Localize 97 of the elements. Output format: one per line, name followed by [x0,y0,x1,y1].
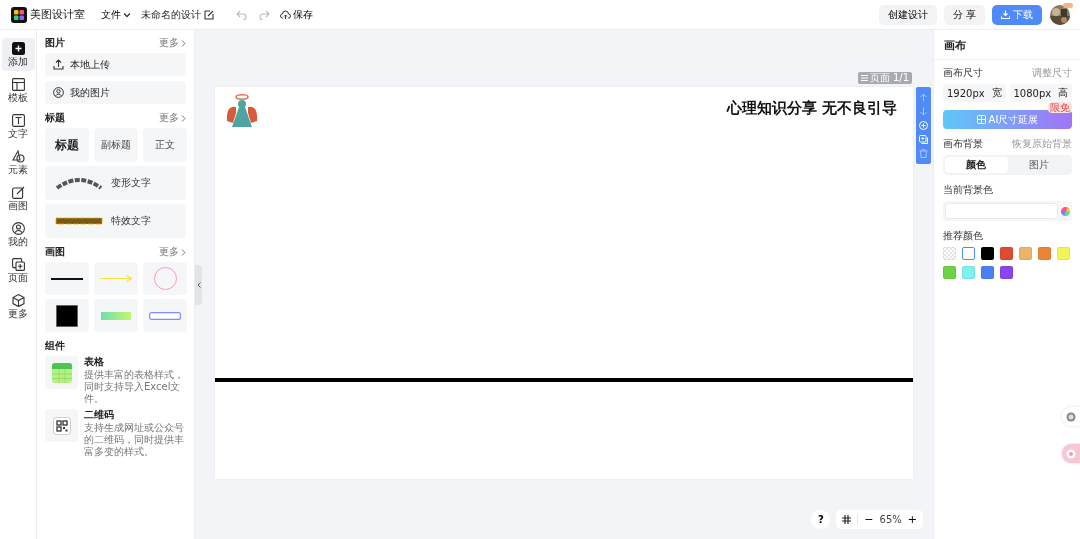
circle-icon [1066,411,1076,422]
app-name: 美图设计室 [30,7,85,22]
move-up-icon[interactable] [919,92,928,102]
cube-icon [11,294,25,307]
floating-button[interactable] [1062,444,1080,463]
headline-text[interactable]: 心理知识分享 无不良引导 [726,99,897,118]
more-link[interactable]: 更多 [159,111,186,125]
section-title: 组件 [45,339,65,353]
copy-page-icon[interactable] [919,135,928,145]
gradient-bar-icon [101,311,131,320]
free-badge: 限免 [1048,102,1072,113]
header-button[interactable]: 创建设计 [878,4,937,25]
text-effect-button[interactable]: 特效文字 [45,204,186,238]
document-title[interactable]: 未命名的设计 [141,7,201,22]
caret-icon [123,10,131,19]
field-label: 画布尺寸 [943,65,983,80]
component-title: 表格 [84,356,105,368]
more-link[interactable]: 更多 [159,36,186,50]
delete-icon[interactable] [919,149,928,159]
width-field[interactable]: 1920px 宽 [943,84,1006,102]
shape-button[interactable] [45,299,89,332]
app-logo-icon [11,6,27,23]
panel-title: 画布 [934,30,1080,60]
save-button[interactable]: 保存 [280,7,313,22]
circle-icon [153,267,177,290]
plus-icon [11,42,25,55]
component-description: 支持生成网址或公众号的二维码，同时提供丰富多变的样式。 [84,422,185,458]
zoom-in-button[interactable]: + [907,513,917,526]
section-title: 标题 [45,111,65,125]
header-button[interactable]: 分 享 [943,4,985,25]
cloud-upload-icon [280,9,291,20]
transparent-swatch[interactable] [943,247,956,260]
design-canvas[interactable]: 心理知识分享 无不良引导 [215,87,913,479]
zoom-out-button[interactable]: − [864,513,874,526]
text-icon [11,114,25,127]
rounded-rectangle-icon [149,311,181,320]
expand-icon [976,115,986,124]
sidebar-tab[interactable]: 更多 [1,290,35,323]
styled-text-sample-icon [55,217,103,225]
circle-icon [1066,448,1076,459]
add-page-icon[interactable] [919,120,928,130]
section-title: 图片 [45,36,65,50]
sidebar-tab[interactable]: 模板 [1,74,35,107]
text-style-button[interactable]: 副标题 [94,128,138,162]
field-label: 推荐颜色 [943,228,983,243]
arrow-icon [100,275,132,282]
field-label: 画布背景 [943,136,983,151]
help-button[interactable]: ? [811,510,831,529]
move-down-icon[interactable] [919,106,928,116]
badge-icon [1063,2,1073,8]
component-description: 提供丰富的表格样式，同时支持导入Excel文件。 [84,369,185,405]
pen-icon [11,186,25,199]
undo-icon[interactable] [236,9,247,20]
redo-icon[interactable] [259,9,270,20]
sidebar-tab[interactable]: 页面 [1,254,35,287]
text-effect-button[interactable]: 变形文字 [45,166,186,200]
download-icon [1001,10,1010,19]
sidebar-tab[interactable]: 文字 [1,110,35,143]
panel-button[interactable]: 我的图片 [45,81,186,104]
upload-icon [53,59,64,70]
zoom-level: 65% [879,514,902,525]
more-link[interactable]: 更多 [159,245,186,259]
chevron-right-icon [181,248,186,256]
section-title: 画图 [45,245,65,259]
height-field[interactable]: 1080px 高 [1009,84,1072,102]
shape-button[interactable] [45,262,89,295]
text-style-button[interactable]: 正文 [143,128,187,162]
collapse-handle[interactable] [195,265,202,305]
chevron-right-icon [181,114,186,122]
user-icon [53,87,64,98]
table-icon[interactable] [45,356,78,389]
field-label: 当前背景色 [943,182,993,197]
file-menu[interactable]: 文件 [101,7,131,22]
layout-icon [11,78,25,91]
segment-tab[interactable]: 颜色 [945,157,1008,173]
color-wheel-icon[interactable] [1061,206,1070,216]
panel-button[interactable]: 本地上传 [45,53,186,76]
shapes-icon [11,150,25,163]
square-icon [56,304,78,327]
floating-button[interactable] [1062,407,1080,426]
component-title: 二维码 [84,409,115,421]
grid-icon[interactable] [842,515,852,524]
sidebar-tab[interactable]: 画图 [1,182,35,215]
page-icon [11,258,25,271]
user-icon [11,222,25,235]
qr-code-icon[interactable] [45,409,78,442]
line-icon [51,277,83,280]
sidebar-tab[interactable]: 元素 [1,146,35,179]
text-style-button[interactable]: 标题 [45,128,89,162]
edit-icon[interactable] [204,9,214,20]
color-swatch[interactable] [962,247,975,260]
curved-text-sample-icon [55,176,103,190]
chevron-right-icon [181,39,186,47]
sidebar-tab[interactable]: 添加 [1,38,35,71]
segment-tab[interactable]: 图片 [1007,157,1070,173]
list-icon [860,75,868,81]
sidebar-tab[interactable]: 我的 [1,218,35,251]
